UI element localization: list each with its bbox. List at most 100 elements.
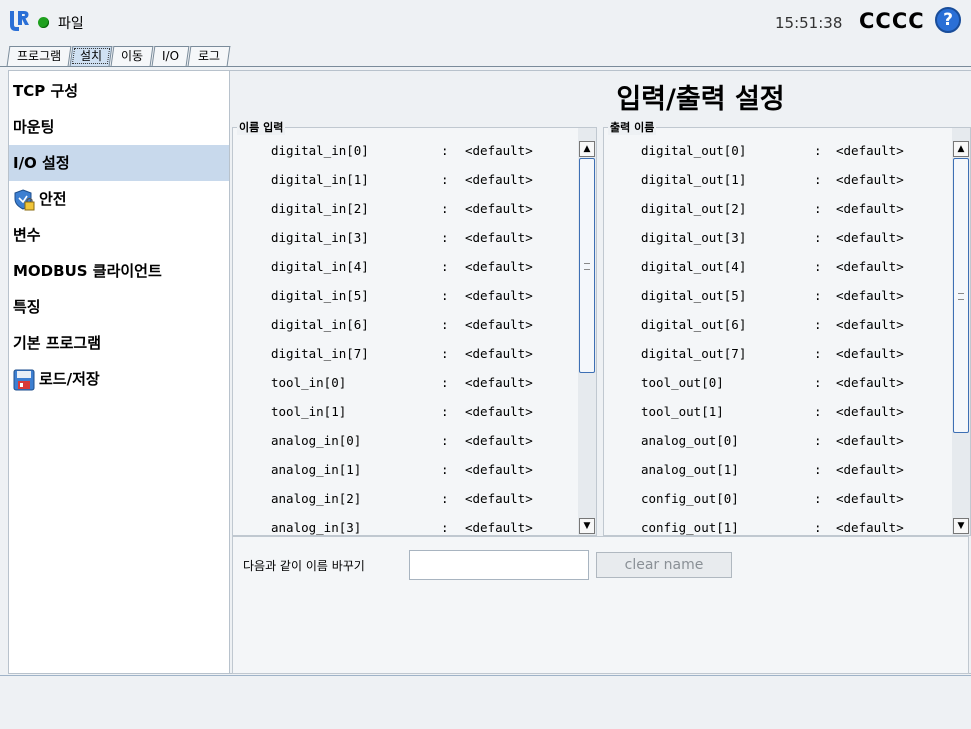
tab-installation[interactable]: 설치 [69, 46, 113, 66]
top-bar: 파일 15:51:38 CCCC ? [0, 0, 971, 44]
output-row[interactable]: digital_out[2]: <default> [604, 194, 952, 223]
input-row[interactable]: digital_in[2]: <default> [233, 194, 578, 223]
output-row[interactable]: digital_out[0]: <default> [604, 136, 952, 165]
output-row[interactable]: analog_out[1]: <default> [604, 455, 952, 484]
rename-input[interactable] [409, 550, 589, 580]
input-row[interactable]: analog_in[2]: <default> [233, 484, 578, 513]
input-list: digital_in[0]: <default> digital_in[1]: <de… [233, 128, 578, 535]
output-row[interactable]: config_out[0]: <default> [604, 484, 952, 513]
output-name: digital_out[6] [641, 317, 747, 332]
input-row[interactable]: analog_in[0]: <default> [233, 426, 578, 455]
input-name: digital_in[4] [271, 259, 369, 274]
output-value: <default> [836, 230, 904, 245]
input-row[interactable]: digital_in[1]: <default> [233, 165, 578, 194]
sidebar-item-mounting[interactable]: 마운팅 [9, 109, 229, 145]
sidebar-item-features[interactable]: 특징 [9, 289, 229, 325]
output-row[interactable]: tool_out[1]: <default> [604, 397, 952, 426]
input-value: <default> [465, 172, 533, 187]
clear-name-button[interactable]: clear name [596, 552, 732, 578]
output-name: digital_out[7] [641, 346, 747, 361]
input-row[interactable]: digital_in[5]: <default> [233, 281, 578, 310]
input-scrollbar[interactable]: ▲ ▼ [578, 128, 596, 535]
tab-divider [0, 66, 971, 67]
help-icon[interactable]: ? [935, 7, 961, 33]
separator: : [441, 201, 449, 216]
sidebar-item-variables[interactable]: 변수 [9, 217, 229, 253]
input-row[interactable]: digital_in[7]: <default> [233, 339, 578, 368]
input-value: <default> [465, 230, 533, 245]
scroll-thumb[interactable] [579, 158, 595, 373]
file-menu[interactable]: 파일 [58, 13, 84, 33]
output-row[interactable]: analog_out[0]: <default> [604, 426, 952, 455]
scroll-thumb[interactable] [953, 158, 969, 433]
output-name: digital_out[1] [641, 172, 747, 187]
scroll-up-icon[interactable]: ▲ [953, 141, 969, 157]
input-row[interactable]: digital_in[4]: <default> [233, 252, 578, 281]
input-name: digital_in[3] [271, 230, 369, 245]
rename-label: 다음과 같이 이름 바꾸기 [243, 559, 365, 573]
page-title: 입력/출력 설정 [616, 84, 785, 115]
separator: : [441, 259, 449, 274]
input-name: digital_in[7] [271, 346, 369, 361]
tab-io[interactable]: I/O [151, 46, 190, 66]
output-row[interactable]: digital_out[7]: <default> [604, 339, 952, 368]
scroll-down-icon[interactable]: ▼ [579, 518, 595, 534]
separator: : [441, 404, 449, 419]
sidebar-item-default-program[interactable]: 기본 프로그램 [9, 325, 229, 361]
input-value: <default> [465, 433, 533, 448]
separator: : [441, 317, 449, 332]
input-name: digital_in[0] [271, 143, 369, 158]
output-name: tool_out[1] [641, 404, 724, 419]
input-name: digital_in[1] [271, 172, 369, 187]
output-value: <default> [836, 259, 904, 274]
output-scrollbar[interactable]: ▲ ▼ [952, 128, 970, 535]
separator: : [441, 375, 449, 390]
input-name: digital_in[5] [271, 288, 369, 303]
scroll-down-icon[interactable]: ▼ [953, 518, 969, 534]
output-name: digital_out[0] [641, 143, 747, 158]
output-row[interactable]: digital_out[1]: <default> [604, 165, 952, 194]
output-value: <default> [836, 491, 904, 506]
input-row[interactable]: analog_in[3]: <default> [233, 513, 578, 535]
separator: : [814, 404, 822, 419]
separator: : [441, 462, 449, 477]
sidebar-item-load-save[interactable]: 로드/저장 [9, 361, 229, 397]
output-name: digital_out[2] [641, 201, 747, 216]
output-name: analog_out[0] [641, 433, 739, 448]
robot-status-icon [38, 17, 49, 28]
output-value: <default> [836, 520, 904, 535]
separator: : [814, 288, 822, 303]
input-value: <default> [465, 317, 533, 332]
output-row[interactable]: digital_out[5]: <default> [604, 281, 952, 310]
separator: : [814, 491, 822, 506]
output-row[interactable]: tool_out[0]: <default> [604, 368, 952, 397]
output-name: tool_out[0] [641, 375, 724, 390]
sidebar-item-tcp[interactable]: TCP 구성 [9, 73, 229, 109]
output-row[interactable]: digital_out[3]: <default> [604, 223, 952, 252]
input-row[interactable]: tool_in[0]: <default> [233, 368, 578, 397]
sidebar-item-modbus[interactable]: MODBUS 클라이언트 [9, 253, 229, 289]
sidebar-item-safety[interactable]: 안전 [9, 181, 229, 217]
input-row[interactable]: digital_in[6]: <default> [233, 310, 578, 339]
input-row[interactable]: analog_in[1]: <default> [233, 455, 578, 484]
input-row[interactable]: tool_in[1]: <default> [233, 397, 578, 426]
output-value: <default> [836, 462, 904, 477]
output-name: config_out[0] [641, 491, 739, 506]
sidebar-item-io-setup[interactable]: I/O 설정 [9, 145, 229, 181]
separator: : [441, 172, 449, 187]
output-list: digital_out[0]: <default> digital_out[1]: <… [604, 128, 952, 535]
scroll-up-icon[interactable]: ▲ [579, 141, 595, 157]
input-name: digital_in[6] [271, 317, 369, 332]
input-value: <default> [465, 288, 533, 303]
output-row[interactable]: digital_out[6]: <default> [604, 310, 952, 339]
input-row[interactable]: digital_in[3]: <default> [233, 223, 578, 252]
output-value: <default> [836, 404, 904, 419]
output-row[interactable]: config_out[1]: <default> [604, 513, 952, 535]
output-row[interactable]: digital_out[4]: <default> [604, 252, 952, 281]
input-row[interactable]: digital_in[0]: <default> [233, 136, 578, 165]
tab-log[interactable]: 로그 [187, 46, 231, 66]
output-name: analog_out[1] [641, 462, 739, 477]
tab-program[interactable]: 프로그램 [6, 46, 72, 66]
tab-move[interactable]: 이동 [110, 46, 154, 66]
input-value: <default> [465, 259, 533, 274]
